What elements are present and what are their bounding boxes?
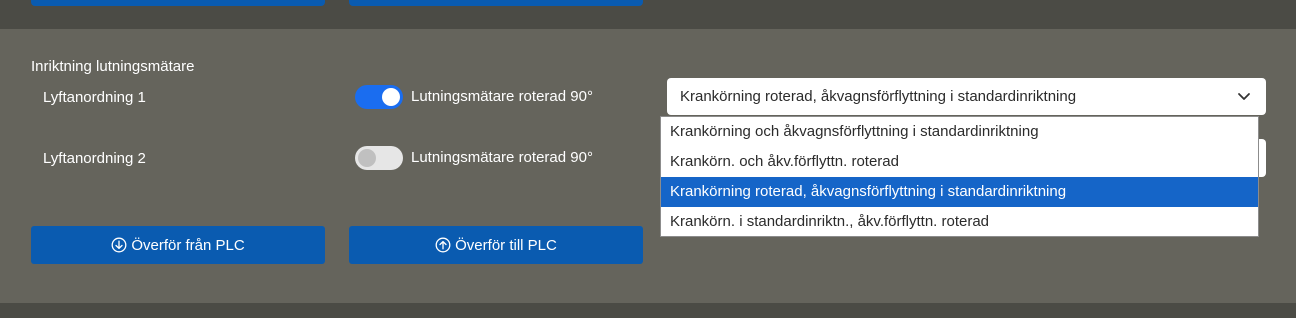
dropdown-option-selected[interactable]: Krankörning roterad, åkvagnsförflyttning… bbox=[661, 177, 1258, 207]
top-button-partial[interactable] bbox=[31, 0, 325, 6]
chevron-down-icon bbox=[1238, 93, 1250, 100]
section-title: Inriktning lutningsmätare bbox=[31, 58, 195, 75]
transfer-to-plc-button[interactable]: Överför till PLC bbox=[349, 226, 643, 264]
toggle-label-2: Lutningsmätare roterad 90° bbox=[411, 149, 593, 166]
transfer-from-plc-button[interactable]: Överför från PLC bbox=[31, 226, 325, 264]
top-button-partial[interactable] bbox=[349, 0, 643, 6]
orientation-select-1[interactable]: Krankörning roterad, åkvagnsförflyttning… bbox=[667, 78, 1266, 115]
toggle-knob bbox=[358, 149, 376, 167]
orientation-dropdown-list: Krankörning och åkvagnsförflyttning i st… bbox=[660, 116, 1259, 237]
top-strip bbox=[0, 0, 1296, 29]
tilt-rotated-toggle-2[interactable] bbox=[355, 146, 403, 170]
arrow-up-circle-icon bbox=[435, 237, 451, 253]
bottom-strip bbox=[0, 303, 1296, 318]
arrow-down-circle-icon bbox=[111, 237, 127, 253]
row-label-lyftanordning-2: Lyftanordning 2 bbox=[43, 150, 146, 167]
toggle-label-1: Lutningsmätare roterad 90° bbox=[411, 88, 593, 105]
toggle-knob bbox=[382, 88, 400, 106]
select-value: Krankörning roterad, åkvagnsförflyttning… bbox=[680, 88, 1077, 105]
transfer-to-plc-label: Överför till PLC bbox=[455, 236, 557, 254]
transfer-from-plc-label: Överför från PLC bbox=[131, 236, 245, 254]
row-label-lyftanordning-1: Lyftanordning 1 bbox=[43, 89, 146, 106]
dropdown-option[interactable]: Krankörning och åkvagnsförflyttning i st… bbox=[661, 117, 1258, 147]
dropdown-option[interactable]: Krankörn. och åkv.förflyttn. roterad bbox=[661, 147, 1258, 177]
tilt-rotated-toggle-1[interactable] bbox=[355, 85, 403, 109]
dropdown-option[interactable]: Krankörn. i standardinriktn., åkv.förfly… bbox=[661, 207, 1258, 237]
